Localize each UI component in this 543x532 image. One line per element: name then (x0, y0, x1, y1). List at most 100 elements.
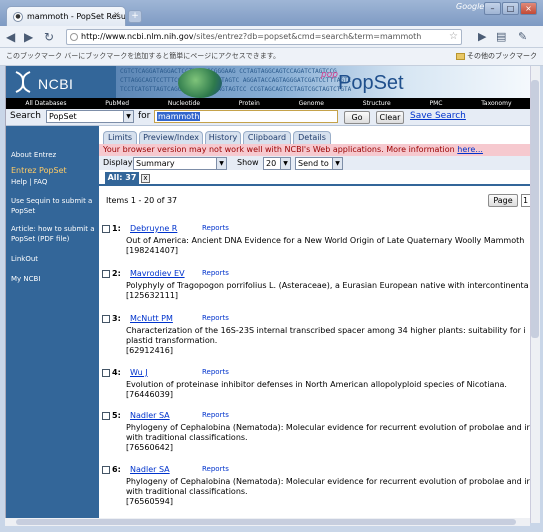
page-icon (70, 33, 78, 41)
chevron-down-icon: ▼ (332, 158, 342, 169)
browser-warning: Your browser version may not work well w… (99, 144, 530, 156)
tab-title: mammoth - PopSet Results (27, 12, 126, 21)
send-to-select[interactable]: Send to ▼ (295, 157, 343, 170)
maximize-icon[interactable]: □ (502, 2, 519, 15)
db-link[interactable]: All Databases (25, 98, 66, 109)
show-select-value: 20 (266, 159, 277, 168)
result-number: 6: (112, 465, 121, 474)
page-menu-icon[interactable]: ▤ (496, 30, 506, 43)
result-author-link[interactable]: Mavrodiev EV (130, 269, 185, 279)
db-link[interactable]: Nucleotide (168, 98, 200, 109)
display-row: Display Summary ▼ Show 20 ▼ Send to ▼ (99, 156, 530, 170)
result-number: 4: (112, 368, 121, 377)
ncbi-favicon-icon: ● (13, 12, 23, 22)
back-icon[interactable]: ◀ (6, 30, 15, 44)
result-author-link[interactable]: Nadler SA (130, 411, 170, 421)
result-reports-link[interactable]: Reports (202, 367, 229, 377)
popset-pop-text: pop (321, 70, 338, 80)
db-link[interactable]: PubMed (105, 98, 129, 109)
url-host: http://www.ncbi.nlm.nih.gov (81, 32, 194, 41)
search-input[interactable]: mammoth (154, 110, 338, 123)
tab-clipboard[interactable]: Clipboard (243, 131, 291, 144)
search-term: mammoth (157, 112, 201, 121)
results-tab-all[interactable]: All: 37 (105, 172, 139, 184)
result-author-link[interactable]: Wu J (130, 368, 148, 378)
result-checkbox[interactable] (102, 369, 110, 377)
result-id: [198241407] (126, 246, 179, 255)
reload-icon[interactable]: ↻ (44, 30, 54, 44)
db-link[interactable]: Structure (363, 98, 391, 109)
bookmark-bar: このブックマーク バーにブックマークを追加すると簡単にページにアクセスできます。… (0, 48, 543, 66)
result-reports-link[interactable]: Reports (202, 223, 229, 233)
result-checkbox[interactable] (102, 466, 110, 474)
result-checkbox[interactable] (102, 270, 110, 278)
vertical-scroll-thumb[interactable] (531, 80, 539, 338)
show-select[interactable]: 20 ▼ (263, 157, 291, 170)
ncbi-logo[interactable]: NCBI (38, 76, 73, 92)
result-reports-link[interactable]: Reports (202, 313, 229, 323)
go-arrow-icon[interactable]: ▶ (478, 30, 486, 43)
page-number-input[interactable]: 1 (521, 194, 530, 207)
result-id: [76560594] (126, 497, 173, 506)
warning-text: Your browser version may not work well w… (103, 145, 455, 154)
feature-tabs: Limits Preview/Index History Clipboard D… (99, 126, 530, 144)
result-reports-link[interactable]: Reports (202, 410, 229, 420)
db-link[interactable]: Genome (299, 98, 324, 109)
show-label: Show (237, 158, 259, 167)
sidebar-about-entrez[interactable]: About Entrez (11, 150, 97, 160)
result-reports-link[interactable]: Reports (202, 268, 229, 278)
result-author-link[interactable]: McNutt PM (130, 314, 173, 324)
forward-icon[interactable]: ▶ (24, 30, 33, 44)
close-tab-icon[interactable]: x (141, 174, 150, 183)
warning-link[interactable]: here... (457, 145, 483, 154)
address-bar[interactable]: http://www.ncbi.nlm.nih.gov/sites/entrez… (66, 29, 462, 45)
search-label: Search (10, 111, 41, 121)
result-id: [76560642] (126, 443, 173, 452)
result-number: 5: (112, 411, 121, 420)
db-link[interactable]: PMC (429, 98, 442, 109)
sequence-line: TCCTCATGTTAGTCAGCTAGCAGTCCTAGTAGTCC CCGT… (120, 86, 352, 93)
tab-history[interactable]: History (205, 131, 241, 144)
sidebar-article[interactable]: Article: how to submit a PopSet (PDF fil… (11, 224, 97, 244)
tab-close-icon[interactable]: × (113, 10, 120, 19)
result-author-link[interactable]: Debruyne R (130, 224, 177, 234)
clear-button[interactable]: Clear (376, 111, 404, 124)
tab-limits[interactable]: Limits (103, 131, 137, 144)
wrench-icon[interactable]: ✎ (518, 30, 527, 43)
other-bookmarks-label: その他のブックマーク (467, 52, 537, 60)
title-bar: ● mammoth - PopSet Results × + Google – … (0, 0, 543, 26)
sidebar-help-faq[interactable]: Help | FAQ (11, 177, 97, 187)
save-search-link[interactable]: Save Search (410, 111, 466, 121)
browser-tab[interactable]: ● mammoth - PopSet Results × (6, 6, 126, 26)
tab-preview-index[interactable]: Preview/Index (139, 131, 203, 144)
new-tab-button[interactable]: + (128, 10, 142, 23)
horizontal-scroll-thumb[interactable] (16, 519, 516, 525)
page-button[interactable]: Page (488, 194, 518, 207)
result-reports-link[interactable]: Reports (202, 464, 229, 474)
sidebar-sequin[interactable]: Use Sequin to submit a PopSet (11, 196, 97, 216)
other-bookmarks[interactable]: その他のブックマーク (456, 48, 537, 65)
database-select[interactable]: PopSet ▼ (46, 110, 134, 123)
result-checkbox[interactable] (102, 315, 110, 323)
db-link[interactable]: Protein (239, 98, 260, 109)
db-link[interactable]: Taxonomy (481, 98, 511, 109)
bookmark-star-icon[interactable]: ☆ (449, 30, 458, 44)
display-select[interactable]: Summary ▼ (133, 157, 227, 170)
tab-details[interactable]: Details (293, 131, 331, 144)
close-window-icon[interactable]: × (520, 2, 537, 15)
result-checkbox[interactable] (102, 412, 110, 420)
go-button[interactable]: Go (344, 111, 370, 124)
chevron-down-icon: ▼ (280, 158, 290, 169)
bookmark-hint: このブックマーク バーにブックマークを追加すると簡単にページにアクセスできます。 (6, 52, 281, 60)
result-author-link[interactable]: Nadler SA (130, 465, 170, 475)
result-number: 2: (112, 269, 121, 278)
result-checkbox[interactable] (102, 225, 110, 233)
page-viewport: NCBI CGTCTCAGGATAGGACTCCTTAACCCGGGAAG CC… (5, 66, 530, 523)
sidebar-my-ncbi[interactable]: My NCBI (11, 274, 97, 284)
display-label: Display (103, 158, 133, 167)
sequence-line: CGTCTCAGGATAGGACTCCTTAACCCGGGAAG CCTAGTA… (120, 68, 337, 75)
sidebar-entrez-popset[interactable]: Entrez PopSet (11, 166, 97, 176)
result-id: [76446039] (126, 390, 173, 399)
minimize-icon[interactable]: – (484, 2, 501, 15)
sidebar-linkout[interactable]: LinkOut (11, 254, 97, 264)
